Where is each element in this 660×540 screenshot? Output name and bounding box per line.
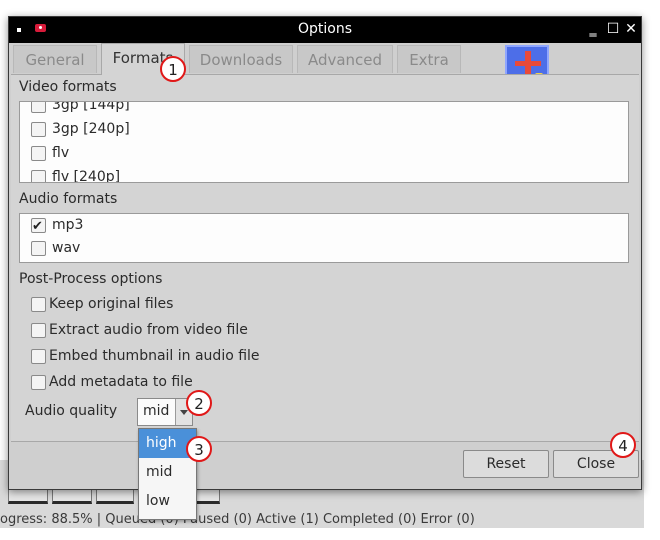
- dropdown-option-mid[interactable]: mid: [139, 458, 196, 487]
- video-formats-list[interactable]: 3gp [144p] 3gp [240p] flv flv [240p]: [19, 101, 629, 183]
- tab-general[interactable]: General: [13, 45, 97, 73]
- tab-downloads[interactable]: Downloads: [189, 45, 293, 73]
- checkbox-mp3[interactable]: mp3: [20, 214, 620, 238]
- status-bar: ogress: 88.5% | Queued (0) Paused (0) Ac…: [0, 512, 475, 527]
- checkbox-box[interactable]: [31, 297, 46, 312]
- annotation-marker-2: 2: [186, 390, 212, 416]
- maximize-icon[interactable]: ☐: [605, 21, 621, 37]
- post-process-label: Post-Process options: [19, 271, 163, 287]
- checkbox-box[interactable]: [31, 102, 46, 113]
- options-dialog: Options ‗ ☐ ✕ General Formats Downloads …: [8, 16, 642, 490]
- minimize-icon[interactable]: ‗: [585, 21, 601, 37]
- checkbox-3gp-240p[interactable]: 3gp [240p]: [20, 118, 620, 140]
- audio-formats-label: Audio formats: [19, 191, 118, 207]
- formats-panel: Video formats 3gp [144p] 3gp [240p] flv …: [11, 74, 639, 442]
- annotation-marker-1: 1: [160, 56, 186, 82]
- checkbox-box[interactable]: [31, 323, 46, 338]
- audio-quality-combobox[interactable]: mid: [137, 398, 193, 426]
- audio-quality-value: mid: [143, 403, 170, 419]
- checkbox-3gp-144p[interactable]: 3gp [144p]: [20, 102, 620, 116]
- checkbox-wav[interactable]: wav: [20, 237, 620, 259]
- window-title: Options: [297, 21, 353, 37]
- dropdown-option-low[interactable]: low: [139, 487, 196, 516]
- audio-quality-label: Audio quality: [25, 403, 118, 419]
- annotation-marker-4: 4: [610, 432, 636, 458]
- tab-advanced[interactable]: Advanced: [297, 45, 393, 73]
- video-formats-label: Video formats: [19, 79, 117, 95]
- audio-formats-list[interactable]: mp3 wav: [19, 213, 629, 263]
- checkbox-box[interactable]: [31, 170, 46, 182]
- checkbox-flv[interactable]: flv: [20, 142, 620, 164]
- checkbox-box[interactable]: [31, 216, 46, 238]
- reset-button[interactable]: Reset: [463, 450, 549, 478]
- checkbox-box[interactable]: [31, 146, 46, 161]
- checkbox-box[interactable]: [31, 375, 46, 390]
- checkbox-extract-audio[interactable]: Extract audio from video file: [27, 319, 327, 341]
- title-bar: Options ‗ ☐ ✕: [9, 17, 641, 43]
- annotation-marker-3: 3: [186, 436, 212, 462]
- checkbox-flv-240p[interactable]: flv [240p]: [20, 166, 620, 182]
- close-window-icon[interactable]: ✕: [623, 21, 639, 37]
- checkbox-box[interactable]: [31, 122, 46, 137]
- checkbox-embed-thumbnail[interactable]: Embed thumbnail in audio file: [27, 345, 327, 367]
- checkbox-box[interactable]: [31, 241, 46, 256]
- checkbox-add-metadata[interactable]: Add metadata to file: [27, 371, 327, 393]
- checkbox-keep-original[interactable]: Keep original files: [27, 293, 327, 315]
- checkbox-box[interactable]: [31, 349, 46, 364]
- tab-extra[interactable]: Extra: [397, 45, 461, 73]
